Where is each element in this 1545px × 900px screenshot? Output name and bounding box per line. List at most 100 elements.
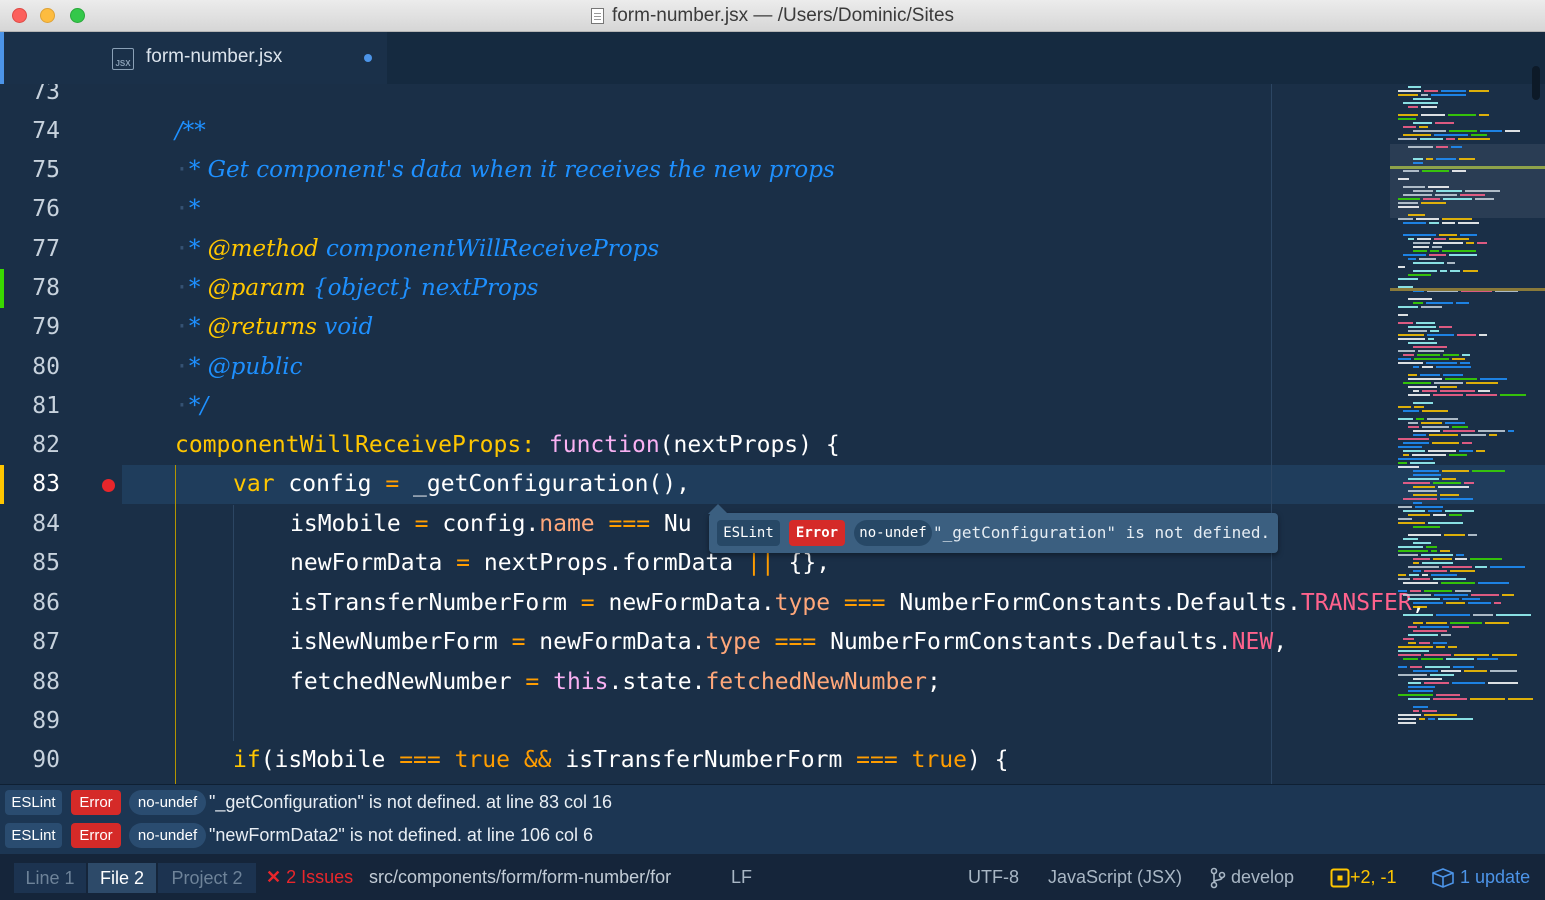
code-line-88[interactable]: fetchedNewNumber = this.state.fetchedNew… — [290, 663, 941, 702]
rule-badge[interactable]: no-undef — [129, 823, 206, 848]
minimap-line — [1471, 594, 1499, 596]
line-number[interactable]: 82 — [0, 426, 60, 465]
tab-form-number[interactable]: JSX form-number.jsx — [0, 32, 387, 84]
minimap-line — [1445, 378, 1477, 380]
line-number[interactable]: 81 — [0, 387, 60, 426]
minimap-line — [1413, 706, 1428, 708]
scope-project-tab[interactable]: Project 2 — [158, 863, 256, 893]
minimap-line — [1449, 238, 1469, 240]
line-number[interactable]: 86 — [0, 584, 60, 623]
lint-message-row[interactable]: ESLint Error no-undef "newFormData2" is … — [0, 820, 1545, 850]
minimap-line — [1439, 326, 1452, 328]
code-line-80[interactable]: ·* @public — [175, 348, 303, 387]
minimap-line — [1398, 522, 1425, 524]
line-number[interactable]: 77 — [0, 230, 60, 269]
lint-error-icon[interactable] — [102, 479, 115, 492]
minimap-line — [1480, 378, 1507, 380]
scope-line-tab[interactable]: Line 1 — [14, 863, 86, 893]
lint-message[interactable]: "newFormData2" is not defined. at line 1… — [209, 820, 593, 850]
line-number[interactable]: 74 — [0, 112, 60, 151]
line-number[interactable]: 87 — [0, 623, 60, 662]
line-number[interactable]: 88 — [0, 663, 60, 702]
modified-indicator-icon[interactable] — [364, 54, 372, 62]
code-line-76[interactable]: ·* — [175, 190, 200, 229]
minimap-line — [1442, 250, 1476, 252]
tooltip-rule-badge[interactable]: no-undef — [854, 520, 932, 546]
minimap-line — [1436, 614, 1470, 616]
line-number-current[interactable]: 83 — [0, 465, 60, 504]
property-token: type — [705, 629, 761, 655]
file-path[interactable]: src/components/form/form-number/for — [369, 854, 671, 900]
minimap-line — [1398, 654, 1421, 656]
lint-message-row[interactable]: ESLint Error no-undef "_getConfiguration… — [0, 787, 1545, 817]
minimap-line — [1403, 454, 1409, 456]
minimap-line — [1413, 434, 1426, 436]
rule-badge[interactable]: no-undef — [129, 790, 206, 815]
line-number[interactable]: 78 — [0, 269, 60, 308]
line-number[interactable]: 73 — [0, 84, 60, 112]
minimap-line — [1470, 558, 1502, 560]
minimap-line — [1452, 358, 1465, 360]
git-diff[interactable]: +2, -1 — [1330, 854, 1397, 900]
code-line-82[interactable]: componentWillReceiveProps: function(next… — [175, 426, 840, 465]
code-line-77[interactable]: ·* @method componentWillReceiveProps — [175, 230, 659, 269]
line-number[interactable]: 75 — [0, 151, 60, 190]
code-line-81[interactable]: ·*/ — [175, 387, 208, 426]
minimap-line — [1456, 554, 1464, 556]
encoding[interactable]: UTF-8 — [968, 854, 1019, 900]
operator-token: = — [456, 550, 471, 576]
constant-token: NEW — [1231, 629, 1274, 655]
minimap-line — [1398, 90, 1421, 92]
minimap-line — [1480, 130, 1502, 132]
line-number-gutter[interactable]: 73 74 75 76 77 78 79 80 81 82 83 84 85 8… — [0, 84, 122, 784]
code-line-83[interactable]: var config = _getConfiguration(), — [233, 465, 690, 504]
minimap-line — [1462, 598, 1480, 600]
code-line-86[interactable]: isTransferNumberForm = newFormData.type … — [290, 584, 1426, 623]
minimap-line — [1475, 198, 1494, 200]
code-line-79[interactable]: ·* @returns void — [175, 308, 373, 347]
line-number[interactable]: 84 — [0, 505, 60, 544]
line-number[interactable]: 90 — [0, 741, 60, 780]
minimap-line — [1398, 650, 1429, 652]
issues-indicator[interactable]: ✕ 2 Issues — [266, 854, 353, 900]
comment-token: * — [188, 157, 208, 183]
operator-token: = — [385, 471, 400, 497]
minimap-line — [1398, 198, 1420, 200]
method-name-token: componentWillReceiveProps — [175, 432, 522, 458]
editor[interactable]: 73 74 75 76 77 78 79 80 81 82 83 84 85 8… — [0, 84, 1545, 784]
code-line-84[interactable]: isMobile = config.name === Nu — [290, 505, 692, 544]
scope-file-tab[interactable]: File 2 — [88, 863, 156, 893]
line-ending[interactable]: LF — [731, 854, 752, 900]
minimap[interactable] — [1390, 84, 1545, 784]
grammar-selector[interactable]: JavaScript (JSX) — [1048, 854, 1182, 900]
line-number[interactable]: 85 — [0, 544, 60, 583]
minimap-line — [1403, 658, 1418, 660]
doc-tag-token: @method — [207, 236, 319, 262]
minimap-line — [1441, 670, 1461, 672]
package-updates[interactable]: 1 update — [1431, 854, 1530, 900]
comment-token: /** — [175, 118, 206, 144]
minimap-line — [1446, 138, 1455, 140]
minimap-line — [1417, 238, 1431, 240]
minimap-line — [1431, 574, 1457, 576]
minimap-line — [1479, 114, 1489, 116]
line-number[interactable]: 79 — [0, 308, 60, 347]
code-line-74[interactable]: /** — [175, 112, 206, 151]
scrollbar-thumb[interactable] — [1532, 66, 1540, 100]
git-branch[interactable]: develop — [1210, 854, 1294, 900]
git-added-marker — [0, 269, 4, 308]
minimap-line — [1442, 470, 1469, 472]
code-line-90[interactable]: if(isMobile === true && isTransferNumber… — [233, 741, 1009, 780]
code-line-78[interactable]: ·* @param {object} nextProps — [175, 269, 538, 308]
code-line-75[interactable]: ·* Get component's data when it receives… — [175, 151, 835, 190]
lint-message[interactable]: "_getConfiguration" is not defined. at l… — [209, 787, 612, 817]
code-line-87[interactable]: isNewNumberForm = newFormData.type === N… — [290, 623, 1287, 662]
line-number[interactable]: 80 — [0, 348, 60, 387]
minimap-line — [1398, 218, 1413, 220]
minimap-line — [1414, 358, 1449, 360]
minimap-line — [1413, 246, 1429, 248]
minimap-line — [1436, 158, 1456, 160]
line-number[interactable]: 76 — [0, 190, 60, 229]
line-number[interactable]: 89 — [0, 702, 60, 741]
doc-tag-token: @public — [207, 354, 303, 380]
